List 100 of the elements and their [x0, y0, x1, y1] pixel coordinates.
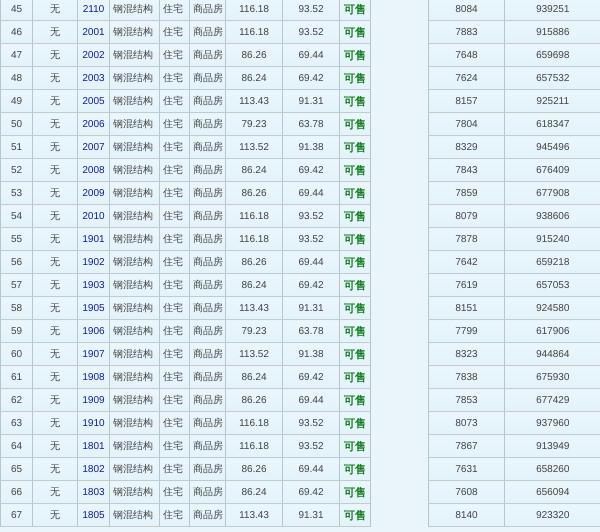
table-cell: 8157 [455, 96, 478, 106]
row-number: 48 [10, 72, 22, 84]
table-cell: 913949 [536, 440, 570, 452]
table-cell: 商品房 [193, 487, 223, 498]
row-number: 60 [10, 348, 22, 360]
table-cell: 住宅 [163, 372, 183, 383]
table-cell: 618347 [536, 118, 570, 130]
status-text: 可售 [344, 510, 366, 522]
table-cell: 无 [50, 326, 60, 337]
table-cell: 商品房 [193, 418, 223, 429]
row-number: 67 [10, 510, 22, 520]
table-cell: 113.43 [239, 96, 269, 106]
table-cell: 7624 [455, 72, 478, 84]
table-cell: 69.44 [298, 256, 324, 268]
table-cell: 钢混结构 [113, 96, 153, 107]
table-cell: 住宅 [163, 50, 183, 61]
table-cell: 住宅 [163, 4, 183, 15]
table-cell: 住宅 [163, 234, 183, 245]
table-cell: 商品房 [193, 441, 223, 452]
table-cell: 商品房 [193, 349, 223, 360]
table-cell: 钢混结构 [113, 257, 153, 268]
table-cell: 商品房 [193, 188, 223, 199]
row-number: 59 [10, 326, 22, 336]
table-cell: 116.18 [239, 26, 269, 38]
table-cell: 7608 [455, 486, 478, 498]
table-cell: 无 [50, 257, 60, 268]
table-cell: 住宅 [163, 487, 183, 498]
status-text: 可售 [344, 96, 366, 108]
table-cell: 商品房 [193, 96, 223, 107]
status-text: 可售 [344, 302, 366, 314]
status-text: 可售 [344, 394, 366, 406]
table-cell: 8084 [455, 4, 478, 14]
row-number: 62 [10, 394, 22, 406]
table-cell: 69.42 [298, 72, 324, 84]
table-cell: 86.26 [241, 188, 267, 198]
table-cell: 住宅 [163, 418, 183, 429]
table-cell: 944864 [536, 348, 570, 360]
table-cell: 钢混结构 [113, 372, 153, 383]
table-cell: 商品房 [193, 4, 223, 15]
table-cell: 675930 [536, 372, 570, 382]
table-cell: 无 [50, 349, 60, 360]
table-cell: 商品房 [193, 142, 223, 153]
table-cell: 无 [50, 372, 60, 383]
status-text: 可售 [344, 234, 366, 246]
table-cell: 钢混结构 [113, 142, 153, 153]
table-cell: 945496 [536, 142, 570, 152]
table-cell: 7804 [455, 118, 478, 130]
table-cell: 113.52 [239, 348, 269, 360]
status-text: 可售 [344, 464, 366, 476]
table-cell: 住宅 [163, 27, 183, 38]
table-cell: 住宅 [163, 73, 183, 84]
table-cell: 86.26 [241, 394, 267, 406]
table-cell: 住宅 [163, 303, 183, 314]
table-cell: 86.24 [241, 72, 267, 84]
table-cell: 86.26 [241, 464, 267, 474]
status-text: 可售 [344, 210, 366, 222]
table-cell: 116.18 [239, 234, 269, 244]
table-cell: 钢混结构 [113, 234, 153, 245]
table-cell: 无 [50, 119, 60, 130]
status-text: 可售 [344, 326, 366, 338]
table-cell: 钢混结构 [113, 303, 153, 314]
table-cell: 钢混结构 [113, 211, 153, 222]
table-cell: 7843 [455, 164, 478, 176]
table-cell: 937960 [536, 418, 570, 428]
table-cell: 91.31 [298, 96, 324, 106]
table-cell: 商品房 [193, 73, 223, 84]
table-cell: 659218 [536, 256, 570, 268]
row-number: 61 [10, 372, 22, 382]
status-text: 可售 [344, 72, 366, 84]
table-cell: 钢混结构 [113, 487, 153, 498]
status-text: 可售 [344, 164, 366, 176]
status-text: 可售 [344, 50, 366, 62]
row-number: 54 [10, 210, 22, 222]
table-cell: 69.42 [298, 164, 324, 176]
table-cell: 7859 [455, 188, 478, 198]
table-cell: 7631 [455, 464, 478, 474]
table-cell: 住宅 [163, 395, 183, 406]
table-cell: 86.24 [241, 164, 267, 176]
table-cell: 住宅 [163, 441, 183, 452]
table-cell: 住宅 [163, 119, 183, 130]
table-cell: 93.52 [298, 234, 324, 244]
table-cell: 商品房 [193, 372, 223, 383]
table-cell: 91.38 [298, 142, 324, 152]
status-text: 可售 [344, 256, 366, 268]
table-cell: 住宅 [163, 142, 183, 153]
table-cell: 钢混结构 [113, 395, 153, 406]
table-cell: 113.43 [239, 302, 269, 314]
table-cell: 钢混结构 [113, 27, 153, 38]
table-cell: 86.26 [241, 50, 267, 60]
table-cell: 无 [50, 96, 60, 107]
table-cell: 116.18 [239, 440, 269, 452]
table-cell: 69.42 [298, 486, 324, 498]
table-cell: 住宅 [163, 211, 183, 222]
table-cell: 93.52 [298, 26, 324, 38]
table-cell: 7867 [455, 440, 478, 452]
status-text: 可售 [344, 188, 366, 200]
table-cell: 925211 [536, 96, 570, 106]
table-cell: 656094 [536, 486, 570, 498]
table-cell: 924580 [536, 302, 570, 314]
table-cell: 8323 [455, 348, 478, 360]
